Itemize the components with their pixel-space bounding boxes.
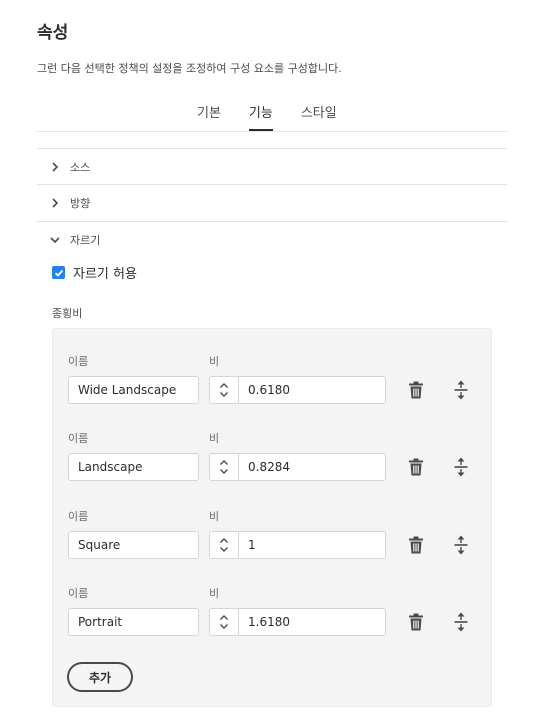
trash-icon[interactable] [408, 613, 424, 631]
chevron-down-icon[interactable] [219, 623, 229, 630]
ratio-stepper[interactable] [209, 453, 239, 481]
chevron-up-icon[interactable] [219, 614, 229, 621]
tab-basic[interactable]: 기본 [197, 102, 221, 131]
aspect-ratio-row: 이름 비 Wide Landscape 0.6180 [53, 353, 493, 413]
aspect-ratio-row: 이름 비 Portrait 1.6180 [53, 585, 493, 645]
chevron-down-icon [48, 233, 62, 247]
name-input[interactable]: Square [68, 531, 199, 559]
aspect-ratio-list: 이름 비 Wide Landscape 0.6180 이름 비 Landscap… [52, 328, 492, 707]
add-button[interactable]: 추가 [67, 662, 133, 692]
chevron-up-icon[interactable] [219, 537, 229, 544]
ratio-label: 비 [209, 510, 220, 523]
aspect-ratio-row: 이름 비 Landscape 0.8284 [53, 430, 493, 490]
ratio-input[interactable]: 0.8284 [238, 453, 386, 481]
ratio-label: 비 [209, 587, 220, 600]
ratio-label: 비 [209, 432, 220, 445]
chevron-down-icon[interactable] [219, 546, 229, 553]
checkmark-icon [54, 269, 63, 277]
chevron-right-icon [48, 196, 62, 210]
tab-styles[interactable]: 스타일 [301, 102, 337, 131]
accordion-item-crop[interactable]: 자르기 [37, 221, 507, 258]
name-label: 이름 [68, 510, 89, 523]
chevron-down-icon[interactable] [219, 391, 229, 398]
allow-crop-checkbox[interactable] [52, 266, 65, 279]
name-label: 이름 [68, 355, 89, 368]
accordion-label-orientation: 방향 [70, 197, 91, 210]
accordion-label-source: 소스 [70, 161, 91, 174]
aspect-ratio-section-label: 종횡비 [52, 307, 83, 320]
chevron-right-icon [48, 160, 62, 174]
drag-handle-icon[interactable] [454, 612, 468, 632]
allow-crop-row: 자르기 허용 [52, 263, 137, 282]
ratio-stepper[interactable] [209, 531, 239, 559]
ratio-input[interactable]: 1.6180 [238, 608, 386, 636]
name-label: 이름 [68, 432, 89, 445]
accordion-label-crop: 자르기 [70, 234, 101, 247]
trash-icon[interactable] [408, 458, 424, 476]
trash-icon[interactable] [408, 536, 424, 554]
name-input[interactable]: Portrait [68, 608, 199, 636]
chevron-up-icon[interactable] [219, 382, 229, 389]
name-input[interactable]: Landscape [68, 453, 199, 481]
chevron-up-icon[interactable] [219, 459, 229, 466]
name-label: 이름 [68, 587, 89, 600]
accordion-item-source[interactable]: 소스 [37, 148, 507, 185]
tab-list: 기본 기능 스타일 [197, 102, 365, 131]
page-subtitle: 그런 다음 선택한 정책의 설정을 조정하여 구성 요소를 구성합니다. [37, 62, 342, 75]
allow-crop-label: 자르기 허용 [73, 267, 137, 282]
trash-icon[interactable] [408, 381, 424, 399]
ratio-input[interactable]: 1 [238, 531, 386, 559]
ratio-input[interactable]: 0.6180 [238, 376, 386, 404]
drag-handle-icon[interactable] [454, 380, 468, 400]
drag-handle-icon[interactable] [454, 535, 468, 555]
chevron-down-icon[interactable] [219, 468, 229, 475]
ratio-label: 비 [209, 355, 220, 368]
tab-features[interactable]: 기능 [248, 102, 273, 131]
drag-handle-icon[interactable] [454, 457, 468, 477]
ratio-stepper[interactable] [209, 376, 239, 404]
page-title: 속성 [37, 23, 69, 43]
accordion-item-orientation[interactable]: 방향 [37, 184, 507, 221]
tab-divider [37, 131, 507, 132]
aspect-ratio-row: 이름 비 Square 1 [53, 508, 493, 568]
name-input[interactable]: Wide Landscape [68, 376, 199, 404]
ratio-stepper[interactable] [209, 608, 239, 636]
